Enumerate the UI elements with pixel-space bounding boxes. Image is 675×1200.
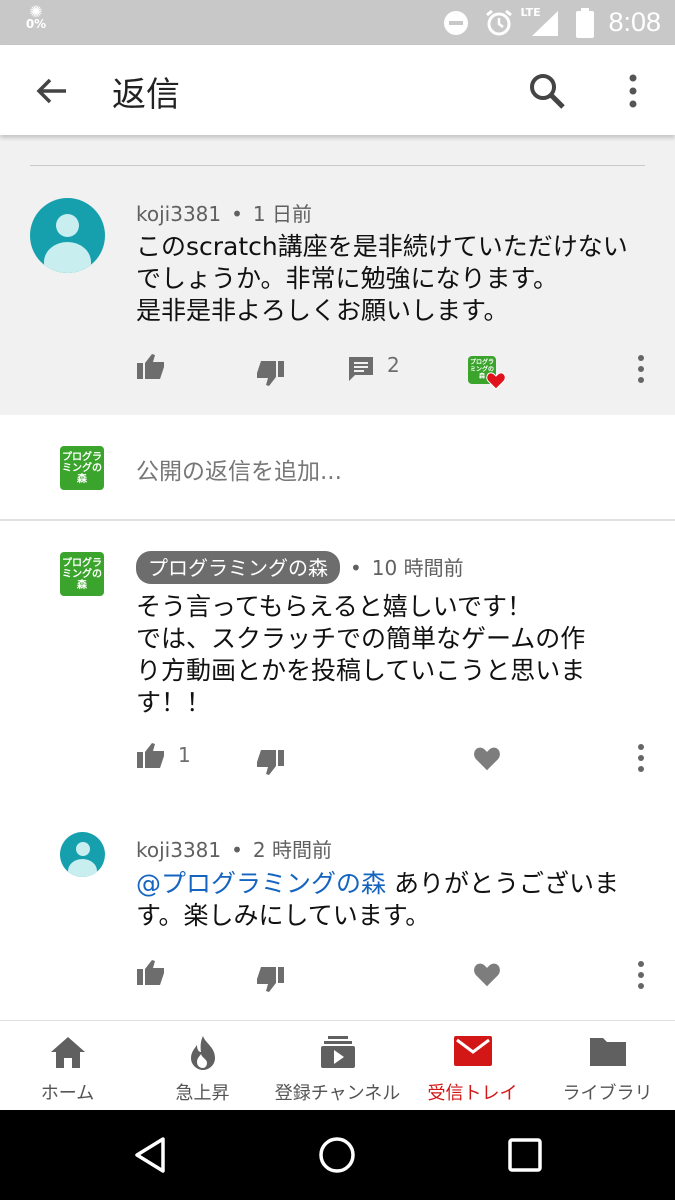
- dislike-button[interactable]: [255, 966, 285, 994]
- comment-more-button[interactable]: [632, 354, 650, 384]
- thumb-up-icon: [137, 354, 164, 379]
- nav-home[interactable]: ホーム: [0, 1021, 135, 1111]
- like-button[interactable]: [136, 352, 166, 380]
- page-title: 返信: [112, 75, 180, 115]
- more-vert-icon: [638, 961, 644, 989]
- bottom-navigation: ホーム 急上昇 登録チャンネル 受信トレイ ライブラリ: [0, 1020, 675, 1110]
- battery-saver-text: 0%: [25, 17, 47, 31]
- signal-icon: LTE: [520, 6, 562, 38]
- nav-inbox[interactable]: 受信トレイ: [405, 1021, 540, 1111]
- like-button[interactable]: [136, 958, 166, 986]
- do-not-disturb-icon: [444, 10, 469, 35]
- reply-author[interactable]: koji3381: [136, 838, 221, 862]
- nav-trending[interactable]: 急上昇: [135, 1021, 270, 1111]
- reply-count: 2: [387, 353, 400, 377]
- system-back-icon[interactable]: [131, 1135, 171, 1175]
- reply-count-button[interactable]: 2: [347, 353, 400, 383]
- comment-text: このscratch講座を是非続けていただけない でしょうか。非常に勉強になります…: [136, 232, 628, 325]
- clock: 8:08: [608, 7, 661, 37]
- divider: [30, 165, 645, 166]
- reply-meta: koji3381 • 2 時間前: [136, 838, 333, 862]
- thumb-down-icon: [257, 750, 284, 775]
- more-vert-icon: [638, 355, 644, 383]
- app-bar: 返信: [0, 45, 675, 135]
- heart-icon: [474, 747, 500, 771]
- reply-more-button[interactable]: [632, 743, 650, 773]
- comment-time: 1 日前: [252, 202, 313, 226]
- inbox-mail-icon: [453, 1036, 492, 1066]
- nav-subscriptions[interactable]: 登録チャンネル: [270, 1021, 405, 1111]
- like-button[interactable]: 1: [136, 741, 191, 769]
- reply-time: 10 時間前: [371, 556, 464, 580]
- reply-text: そう言ってもらえると嬉しいです！ では、スクラッチでの簡単なゲームの作 り方動画…: [136, 592, 586, 717]
- search-button[interactable]: [526, 70, 568, 112]
- thumb-up-icon: [137, 960, 164, 985]
- comment-meta: koji3381 • 1 日前: [136, 202, 313, 226]
- heart-button[interactable]: [473, 962, 501, 988]
- system-home-icon[interactable]: [317, 1135, 357, 1175]
- reply-meta: プログラミングの森 • 10 時間前: [136, 551, 464, 584]
- status-bar: ✺ 0% LTE 8:08: [0, 0, 675, 45]
- heart-button[interactable]: [473, 746, 501, 772]
- battery-icon: [576, 7, 595, 38]
- library-folder-icon: [589, 1038, 626, 1066]
- reply-time: 2 時間前: [252, 838, 333, 862]
- thumb-down-icon: [257, 967, 284, 992]
- back-arrow-icon: [36, 78, 66, 104]
- more-vert-icon: [629, 74, 637, 108]
- thumb-down-icon: [257, 361, 284, 386]
- system-navigation-bar: [0, 1110, 675, 1200]
- comment-author[interactable]: koji3381: [136, 202, 221, 226]
- nav-library[interactable]: ライブラリ: [540, 1021, 675, 1111]
- reply-more-button[interactable]: [632, 960, 650, 990]
- reply-input[interactable]: 公開の返信を追加...: [136, 452, 342, 486]
- search-icon: [530, 74, 565, 109]
- creator-heart: プログラミングの森: [468, 356, 508, 390]
- divider: [0, 519, 675, 521]
- avatar[interactable]: [30, 198, 105, 273]
- home-icon: [50, 1037, 85, 1068]
- dislike-button[interactable]: [255, 749, 285, 777]
- my-channel-avatar: プログラミングの森: [60, 446, 104, 490]
- dislike-button[interactable]: [255, 360, 285, 388]
- back-button[interactable]: [30, 69, 74, 113]
- thumb-up-icon: [137, 743, 164, 768]
- reply-avatar[interactable]: [60, 832, 105, 877]
- more-vert-icon: [638, 744, 644, 772]
- comment-icon: [349, 357, 373, 381]
- system-recents-icon[interactable]: [505, 1135, 545, 1175]
- creator-author-badge[interactable]: プログラミングの森: [136, 551, 340, 584]
- alarm-icon: [486, 9, 513, 35]
- more-options-button[interactable]: [618, 70, 648, 112]
- subscriptions-icon: [320, 1036, 355, 1068]
- reply-avatar[interactable]: プログラミングの森: [60, 552, 104, 596]
- trending-fire-icon: [190, 1036, 215, 1070]
- battery-saver-indicator: ✺ 0%: [22, 4, 50, 31]
- network-type: LTE: [520, 5, 541, 19]
- heart-icon: [474, 963, 500, 987]
- mention-link[interactable]: @プログラミングの森: [136, 869, 386, 898]
- reply-text: @プログラミングの森 ありがとうございま す。楽しみにしています。: [136, 869, 619, 930]
- like-count: 1: [178, 743, 191, 767]
- heart-icon: [486, 372, 506, 390]
